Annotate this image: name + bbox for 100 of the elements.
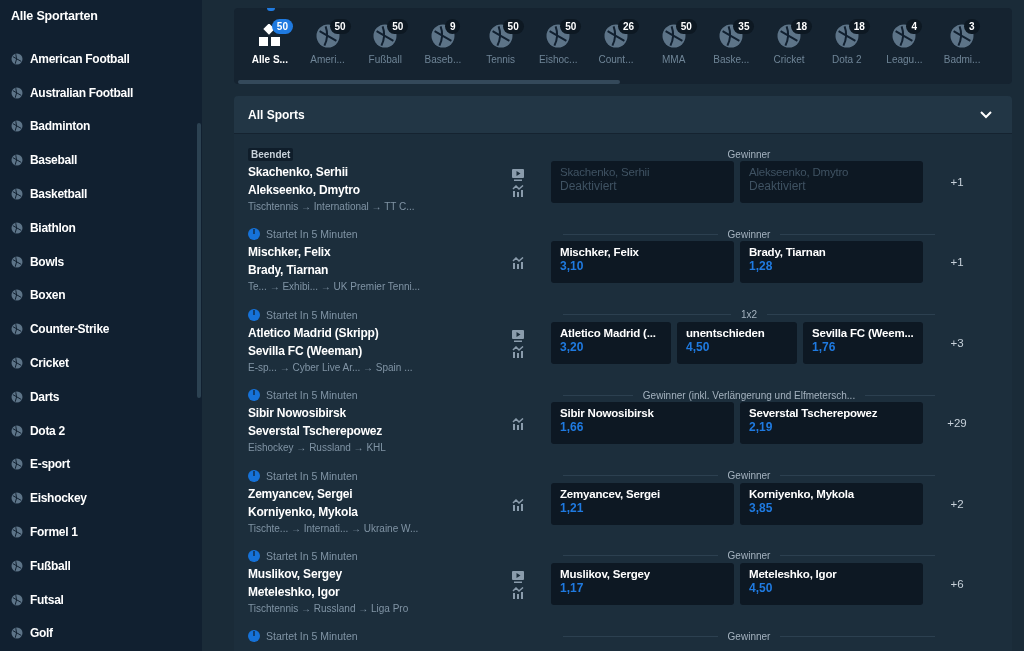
sport-tab[interactable]: 26 Count... — [587, 22, 645, 65]
ball-icon — [11, 323, 23, 336]
market-title: Gewinner — [717, 470, 781, 482]
team-name[interactable]: Brady, Tiarnan — [248, 261, 510, 280]
ball-icon — [11, 492, 23, 505]
ball-icon — [11, 627, 23, 640]
sidebar-item[interactable]: Baseball — [11, 143, 133, 178]
sidebar-item[interactable]: Australian Football — [11, 75, 133, 110]
market-title: Gewinner (inkl. Verlängerung und Elfmetersch... — [632, 389, 866, 401]
odds-button[interactable]: Sibir Nowosibirsk 1,66 — [551, 402, 734, 445]
sidebar-item[interactable]: Badminton — [11, 109, 133, 144]
count-badge: 3 — [964, 19, 980, 34]
sport-tab[interactable]: 50 Alle S... — [241, 22, 299, 65]
sport-tab[interactable]: 50 Fußball — [356, 22, 415, 65]
team-name[interactable]: Mischker, Felix — [248, 243, 510, 262]
clock-icon — [248, 308, 260, 321]
panel-title: All Sports — [248, 107, 305, 122]
count-badge: 50 — [675, 19, 697, 34]
odds-button[interactable]: Zemyancev, Sergei 1,21 — [551, 482, 734, 525]
ball-icon — [11, 154, 23, 167]
ball-icon — [11, 289, 23, 302]
ball-icon — [11, 593, 23, 606]
breadcrumb: Tischtennis → Russland → Liga Pro — [248, 602, 410, 614]
team-name[interactable]: Zemyancev, Sergei — [248, 484, 510, 503]
sidebar-item[interactable]: E-sport — [11, 447, 133, 482]
breadcrumb: Tischte... → Internati... → Ukraine W... — [248, 522, 420, 534]
market-title: Gewinner — [717, 550, 781, 562]
sidebar-item[interactable]: Golf — [11, 616, 133, 651]
status-text: Startet In 5 Minuten — [266, 228, 358, 241]
odds-button[interactable]: Mischker, Felix 3,10 — [551, 241, 734, 284]
stats-icon — [512, 345, 524, 358]
odds-button[interactable]: Muslikov, Sergey 1,17 — [551, 562, 734, 605]
team-name[interactable]: Sibir Nowosibirsk — [248, 404, 510, 423]
sidebar-item[interactable]: Bowls — [11, 244, 133, 279]
count-badge: 26 — [617, 19, 640, 34]
ball-icon — [11, 424, 23, 437]
sport-tab[interactable]: 4 Leagu... — [875, 22, 934, 65]
team-name[interactable]: Sevilla FC (Weeman) — [248, 341, 510, 360]
more-markets-link[interactable]: +1 — [923, 162, 991, 202]
sidebar-item[interactable]: Counter-Strike — [11, 312, 133, 347]
sidebar-item[interactable]: Dota 2 — [11, 413, 133, 448]
ball-icon — [11, 86, 23, 99]
sidebar-item[interactable]: Futsal — [11, 582, 133, 617]
ball-icon — [11, 559, 23, 572]
status-text: Startet In 5 Minuten — [266, 630, 358, 643]
more-markets-link[interactable]: +6 — [923, 563, 991, 604]
count-badge: 50 — [560, 19, 582, 34]
count-badge: 50 — [329, 19, 351, 34]
team-name[interactable]: Korniyenko, Mykola — [248, 502, 510, 521]
sidebar-item[interactable]: Biathlon — [11, 211, 133, 245]
odds-button[interactable]: Atletico Madrid (... 3,20 — [551, 321, 671, 364]
sidebar-title[interactable]: Alle Sportarten — [11, 9, 133, 31]
breadcrumb: E-sp... → Cyber Live Ar... → Spain ... — [248, 361, 414, 373]
odds-button[interactable]: Meteleshko, Igor 4,50 — [740, 562, 923, 605]
sport-tab[interactable]: 50 Eishoc... — [529, 22, 588, 65]
sport-tab[interactable]: 18 Cricket — [760, 22, 818, 65]
odds-button[interactable]: unentschieden 4,50 — [677, 321, 797, 364]
more-markets-link[interactable]: +2 — [923, 483, 991, 524]
count-badge: 50 — [271, 19, 293, 34]
more-markets-link[interactable]: +3 — [923, 322, 991, 363]
count-badge: 35 — [733, 19, 755, 34]
team-name[interactable]: Muslikov, Sergey — [248, 564, 510, 583]
team-name[interactable]: Alekseenko, Dmytro — [248, 181, 510, 199]
stats-icon — [512, 257, 524, 270]
more-markets-link[interactable]: +29 — [923, 403, 991, 444]
more-markets-link[interactable]: +1 — [923, 242, 991, 283]
scrollbar[interactable] — [238, 80, 620, 84]
sport-tab[interactable]: 50 Tennis — [471, 22, 530, 65]
sidebar-item[interactable]: Eishockey — [11, 481, 133, 516]
sidebar-item[interactable]: Fußball — [11, 548, 133, 583]
status-text: Startet In 5 Minuten — [266, 308, 358, 321]
sport-tab[interactable]: 18 Dota 2 — [817, 22, 876, 65]
ball-icon — [11, 390, 23, 403]
sport-tab[interactable]: 3 Badmi... — [933, 22, 991, 65]
sport-tab[interactable]: 35 Baske... — [702, 22, 761, 65]
sidebar-item[interactable]: Formel 1 — [11, 515, 133, 549]
sidebar-item[interactable]: American Football — [11, 42, 133, 76]
sidebar-item[interactable]: Basketball — [11, 177, 133, 211]
odds-button[interactable]: Brady, Tiarnan 1,28 — [740, 241, 923, 284]
odds-button[interactable]: Severstal Tscherepowez 2,19 — [740, 402, 923, 445]
sidebar-item[interactable]: Cricket — [11, 346, 133, 380]
sport-tab[interactable]: 50 MMA — [644, 22, 703, 65]
sidebar-item[interactable]: Boxen — [11, 278, 133, 313]
ball-icon — [11, 255, 23, 268]
count-badge: 18 — [791, 19, 813, 34]
sport-tab[interactable]: 9 Baseb... — [414, 22, 472, 65]
odds-button[interactable]: Korniyenko, Mykola 3,85 — [740, 482, 923, 525]
team-name[interactable]: Severstal Tscherepowez — [248, 422, 510, 441]
sidebar-item[interactable]: Darts — [11, 379, 133, 414]
team-name[interactable]: Skachenko, Serhii — [248, 163, 510, 181]
status-text: Startet In 5 Minuten — [266, 469, 358, 482]
breadcrumb: Te... → Exhibi... → UK Premier Tenni... — [248, 281, 422, 293]
sport-tab[interactable]: 50 Ameri... — [298, 22, 357, 65]
status-badge: Beendet — [248, 147, 294, 161]
panel-header[interactable]: All Sports — [234, 96, 1012, 134]
team-name[interactable]: Meteleshko, Igor — [248, 582, 510, 601]
team-name[interactable]: Atletico Madrid (Skripp) — [248, 323, 510, 342]
odds-button[interactable]: Sevilla FC (Weem... 1,76 — [803, 321, 923, 364]
count-badge: 50 — [502, 19, 524, 34]
stats-icon — [512, 498, 524, 511]
